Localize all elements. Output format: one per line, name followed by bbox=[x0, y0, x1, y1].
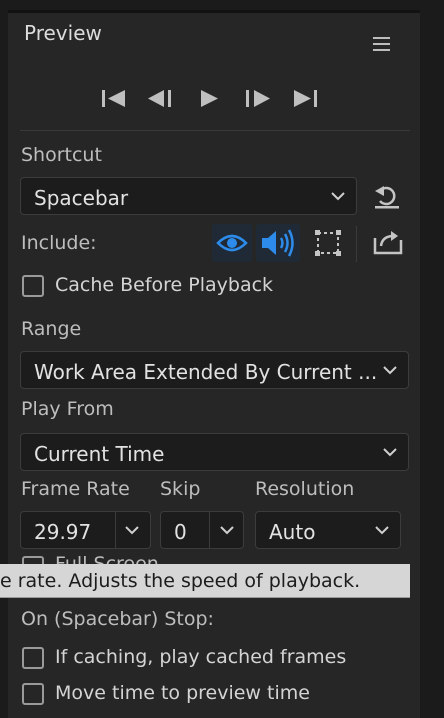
include-video-toggle[interactable] bbox=[212, 224, 252, 262]
speaker-icon bbox=[262, 229, 294, 257]
step-back-icon bbox=[148, 90, 171, 107]
export-icon bbox=[373, 231, 403, 255]
full-screen-checkbox[interactable] bbox=[22, 556, 44, 564]
step-forward-button[interactable] bbox=[244, 87, 272, 111]
play-button[interactable] bbox=[199, 87, 221, 111]
chevron-down-icon bbox=[383, 366, 397, 375]
chevron-down-icon bbox=[383, 448, 397, 457]
chevron-down-icon[interactable] bbox=[124, 524, 140, 536]
include-divider bbox=[356, 226, 357, 262]
frame-rate-label: Frame Rate bbox=[21, 478, 130, 500]
chevron-down-icon bbox=[375, 526, 389, 535]
on-stop-label: On (Spacebar) Stop: bbox=[21, 608, 214, 630]
chevron-down-icon bbox=[331, 192, 345, 201]
range-value: Work Area Extended By Current ... bbox=[34, 360, 378, 384]
resolution-label: Resolution bbox=[255, 478, 355, 500]
skip-to-first-frame-button[interactable] bbox=[101, 87, 127, 111]
frame-rate-combobox[interactable]: 29.97 bbox=[20, 511, 151, 549]
range-label: Range bbox=[21, 318, 82, 340]
include-overlays-toggle[interactable] bbox=[309, 224, 347, 262]
play-icon bbox=[201, 90, 218, 107]
skip-combobox[interactable]: 0 bbox=[160, 511, 244, 549]
skip-to-last-frame-button[interactable] bbox=[293, 87, 319, 111]
play-cached-frames-label: If caching, play cached frames bbox=[55, 646, 347, 668]
chevron-down-icon[interactable] bbox=[219, 524, 235, 536]
shortcut-label: Shortcut bbox=[21, 144, 102, 166]
skip-to-first-frame-icon bbox=[102, 90, 125, 107]
range-dropdown[interactable]: Work Area Extended By Current ... bbox=[20, 351, 409, 389]
shortcut-dropdown[interactable]: Spacebar bbox=[20, 177, 357, 215]
resolution-value: Auto bbox=[269, 520, 316, 544]
tooltip: e rate. Adjusts the speed of playback. bbox=[0, 564, 410, 598]
reset-shortcut-icon bbox=[375, 186, 399, 209]
hamburger-menu-icon[interactable] bbox=[373, 36, 391, 52]
section-divider bbox=[20, 130, 410, 131]
play-from-value: Current Time bbox=[34, 442, 165, 466]
frame-rate-separator bbox=[115, 512, 116, 548]
move-time-label: Move time to preview time bbox=[55, 682, 310, 704]
resolution-dropdown[interactable]: Auto bbox=[255, 511, 401, 549]
full-screen-label: Full Screen bbox=[55, 553, 159, 564]
export-button[interactable] bbox=[372, 228, 404, 256]
cache-before-playback-checkbox[interactable] bbox=[22, 275, 44, 297]
step-back-button[interactable] bbox=[147, 87, 175, 111]
skip-value[interactable]: 0 bbox=[174, 520, 187, 544]
tooltip-text: e rate. Adjusts the speed of playback. bbox=[0, 570, 361, 592]
move-time-checkbox[interactable] bbox=[22, 683, 44, 705]
reset-shortcut-button[interactable] bbox=[372, 182, 402, 210]
panel-top-edge bbox=[8, 10, 420, 13]
include-label: Include: bbox=[21, 232, 97, 254]
include-audio-toggle[interactable] bbox=[256, 224, 300, 262]
eye-icon bbox=[216, 234, 248, 252]
play-from-label: Play From bbox=[21, 398, 114, 420]
frame-rate-value[interactable]: 29.97 bbox=[34, 520, 91, 544]
skip-separator bbox=[209, 512, 210, 548]
shortcut-value: Spacebar bbox=[34, 186, 129, 210]
skip-label: Skip bbox=[160, 478, 201, 500]
skip-to-last-frame-icon bbox=[294, 90, 317, 107]
cache-before-playback-label: Cache Before Playback bbox=[55, 274, 274, 296]
play-from-dropdown[interactable]: Current Time bbox=[20, 433, 409, 471]
overlays-icon bbox=[315, 230, 341, 256]
play-cached-frames-checkbox[interactable] bbox=[22, 647, 44, 669]
panel-title: Preview bbox=[24, 21, 102, 45]
step-forward-icon bbox=[246, 90, 270, 107]
